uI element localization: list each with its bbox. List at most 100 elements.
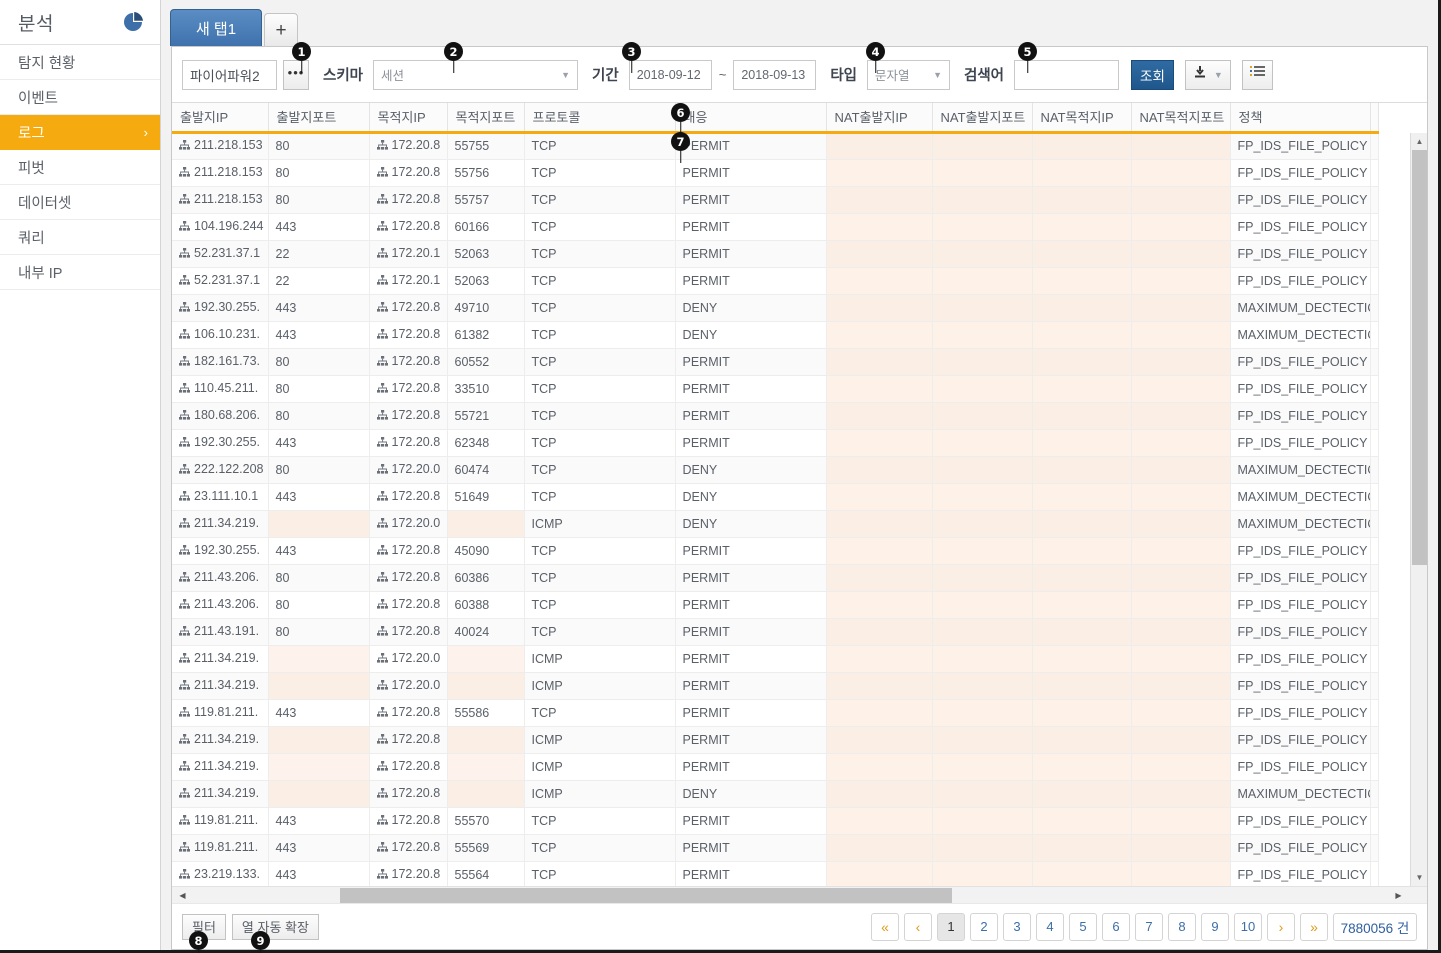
table-row[interactable]: 211.34.219.172.20.0ICMPDENYMAXIMUM_DECTE… <box>172 510 1378 537</box>
table-row[interactable]: 119.81.211.443172.20.855570TCPPERMITFP_I… <box>172 807 1378 834</box>
page-button-8[interactable]: 8 <box>1168 913 1196 941</box>
cell-value: FP_IDS_FILE_POLICY <box>1238 868 1368 882</box>
table-row[interactable]: 23.111.10.1443172.20.851649TCPDENYMAXIMU… <box>172 483 1378 510</box>
table-row[interactable]: 110.45.211.80172.20.833510TCPPERMITFP_ID… <box>172 375 1378 402</box>
cell-value: 61382 <box>455 328 490 342</box>
column-header-1[interactable]: 출발지포트 <box>268 103 369 132</box>
table-row[interactable]: 222.122.20880172.20.060474TCPDENYMAXIMUM… <box>172 456 1378 483</box>
page-button-7[interactable]: 7 <box>1135 913 1163 941</box>
cell-src_port: 80 <box>268 618 369 645</box>
cell-policy: FP_IDS_FILE_POLICY <box>1230 429 1370 456</box>
column-header-7[interactable]: NAT출발지포트 <box>932 103 1032 132</box>
datasource-input[interactable] <box>182 60 277 90</box>
vertical-scrollbar-thumb[interactable] <box>1412 150 1427 565</box>
table-row[interactable]: 182.161.73.80172.20.860552TCPPERMITFP_ID… <box>172 348 1378 375</box>
schema-select[interactable]: 세션 ▼ <box>373 60 578 90</box>
column-header-10[interactable]: 정책 <box>1230 103 1370 132</box>
chevron-down-icon: ▼ <box>1214 70 1223 80</box>
table-row[interactable]: 23.219.133.443172.20.855564TCPPERMITFP_I… <box>172 861 1378 886</box>
table-row[interactable]: 106.10.231.443172.20.861382TCPDENYMAXIMU… <box>172 321 1378 348</box>
column-settings-button[interactable] <box>1242 60 1273 90</box>
page-button-5[interactable]: 5 <box>1069 913 1097 941</box>
search-input[interactable] <box>1014 60 1119 90</box>
column-header-3[interactable]: 목적지포트 <box>447 103 524 132</box>
page-next-button[interactable]: › <box>1267 913 1295 941</box>
table-row[interactable]: 119.81.211.443172.20.855586TCPPERMITFP_I… <box>172 699 1378 726</box>
table-row[interactable]: 211.34.219.172.20.8ICMPPERMITFP_IDS_FILE… <box>172 726 1378 753</box>
horizontal-scrollbar-thumb[interactable] <box>340 888 952 903</box>
date-from-input[interactable] <box>629 60 712 90</box>
download-button[interactable]: ▼ <box>1185 60 1231 90</box>
column-header-9[interactable]: NAT목적지포트 <box>1131 103 1230 132</box>
page-button-9[interactable]: 9 <box>1201 913 1229 941</box>
page-first-button[interactable]: « <box>871 913 899 941</box>
sidebar-item-4[interactable]: 데이터셋 <box>0 185 160 220</box>
table-row[interactable]: 192.30.255.443172.20.849710TCPDENYMAXIMU… <box>172 294 1378 321</box>
table-row[interactable]: 211.218.15380172.20.855756TCPPERMITFP_ID… <box>172 159 1378 186</box>
scroll-down-arrow-icon[interactable]: ▼ <box>1411 869 1427 886</box>
table-row[interactable]: 119.81.211.443172.20.855569TCPPERMITFP_I… <box>172 834 1378 861</box>
page-button-2[interactable]: 2 <box>970 913 998 941</box>
sidebar-item-0[interactable]: 탐지 현황 <box>0 45 160 80</box>
column-header-0[interactable]: 출발지IP <box>172 103 268 132</box>
cell-spacer <box>1370 240 1378 267</box>
type-select[interactable]: 문자열 ▼ <box>867 60 950 90</box>
column-header-label: 목적지포트 <box>456 110 516 125</box>
page-button-3[interactable]: 3 <box>1003 913 1031 941</box>
datasource-more-button[interactable]: ••• <box>283 60 309 90</box>
sidebar-item-5[interactable]: 쿼리 <box>0 220 160 255</box>
sidebar-item-6[interactable]: 내부 IP <box>0 255 160 290</box>
sidebar-item-2[interactable]: 로그› <box>0 115 160 150</box>
sidebar-item-1[interactable]: 이벤트 <box>0 80 160 115</box>
page-button-6[interactable]: 6 <box>1102 913 1130 941</box>
cell-nat_src_port <box>932 132 1032 159</box>
column-header-2[interactable]: 목적지IP <box>369 103 447 132</box>
table-row[interactable]: 211.34.219.172.20.8ICMPDENYMAXIMUM_DECTE… <box>172 780 1378 807</box>
cell-value: 180.68.206. <box>194 408 260 422</box>
cell-nat_src_ip <box>826 267 932 294</box>
date-to-input[interactable] <box>733 60 816 90</box>
table-row[interactable]: 211.43.191.80172.20.840024TCPPERMITFP_ID… <box>172 618 1378 645</box>
cell-spacer <box>1370 483 1378 510</box>
callout-badge-6: 6 <box>671 103 690 122</box>
auto-fit-columns-button[interactable]: 열 자동 확장 <box>232 914 319 940</box>
cell-src_ip: 52.231.37.1 <box>172 240 268 267</box>
query-button[interactable]: 조회 <box>1131 60 1174 90</box>
table-row[interactable]: 211.34.219.172.20.0ICMPPERMITFP_IDS_FILE… <box>172 672 1378 699</box>
cell-value: TCP <box>532 247 557 261</box>
tab-new-tab-1[interactable]: 새 탭1 <box>170 9 262 46</box>
scroll-left-arrow-icon[interactable]: ◀ <box>174 887 191 904</box>
table-row[interactable]: 104.196.244443172.20.860166TCPPERMITFP_I… <box>172 213 1378 240</box>
page-button-10[interactable]: 10 <box>1234 913 1262 941</box>
page-button-4[interactable]: 4 <box>1036 913 1064 941</box>
horizontal-scrollbar[interactable]: ◀ ▶ <box>172 886 1427 903</box>
table-row[interactable]: 211.218.15380172.20.855757TCPPERMITFP_ID… <box>172 186 1378 213</box>
table-row[interactable]: 211.43.206.80172.20.860388TCPPERMITFP_ID… <box>172 591 1378 618</box>
cell-proto: TCP <box>524 402 675 429</box>
add-tab-button[interactable]: + <box>264 13 298 46</box>
column-header-4[interactable]: 프로토콜 <box>524 103 675 132</box>
column-header-5[interactable]: 대응 <box>675 103 826 132</box>
scroll-right-arrow-icon[interactable]: ▶ <box>1390 887 1407 904</box>
page-last-button[interactable]: » <box>1300 913 1328 941</box>
table-row[interactable]: 211.34.219.172.20.0ICMPPERMITFP_IDS_FILE… <box>172 645 1378 672</box>
table-row[interactable]: 180.68.206.80172.20.855721TCPPERMITFP_ID… <box>172 402 1378 429</box>
sidebar-item-3[interactable]: 피벗 <box>0 150 160 185</box>
scroll-up-arrow-icon[interactable]: ▲ <box>1411 133 1427 150</box>
table-row[interactable]: 52.231.37.122172.20.152063TCPPERMITFP_ID… <box>172 240 1378 267</box>
table-row[interactable]: 211.34.219.172.20.8ICMPPERMITFP_IDS_FILE… <box>172 753 1378 780</box>
table-row[interactable]: 192.30.255.443172.20.862348TCPPERMITFP_I… <box>172 429 1378 456</box>
column-header-8[interactable]: NAT목적지IP <box>1032 103 1131 132</box>
cell-proto: TCP <box>524 132 675 159</box>
table-row[interactable]: 211.43.206.80172.20.860386TCPPERMITFP_ID… <box>172 564 1378 591</box>
page-button-1[interactable]: 1 <box>937 913 965 941</box>
column-header-6[interactable]: NAT출발지IP <box>826 103 932 132</box>
cell-value: 211.34.219. <box>194 759 259 773</box>
table-row[interactable]: 52.231.37.122172.20.152063TCPPERMITFP_ID… <box>172 267 1378 294</box>
table-row[interactable]: 192.30.255.443172.20.845090TCPPERMITFP_I… <box>172 537 1378 564</box>
column-header-11[interactable]: 정 <box>1370 103 1378 132</box>
page-prev-button[interactable]: ‹ <box>904 913 932 941</box>
cell-value: 52063 <box>455 247 490 261</box>
vertical-scrollbar[interactable]: ▲ ▼ <box>1410 133 1427 886</box>
table-row[interactable]: 211.218.15380172.20.855755TCPPERMITFP_ID… <box>172 132 1378 159</box>
